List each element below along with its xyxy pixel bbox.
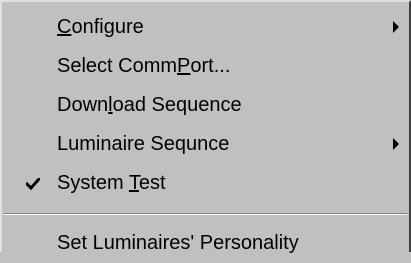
chevron-right-icon [393, 138, 399, 150]
menu-item-label: System Test [57, 172, 166, 194]
menu-item-label: Configure [57, 16, 144, 38]
menu-item-luminaire-sequnce[interactable]: Luminaire Sequnce [2, 125, 409, 164]
menu-item-select-commport[interactable]: Select CommPort... [2, 47, 409, 86]
menu-item-label: Set Luminaires' Personality [57, 232, 299, 254]
context-menu: Configure Select CommPort... Download Se… [0, 0, 411, 254]
menu-item-system-test[interactable]: System Test [2, 164, 409, 203]
menu-item-label: Luminaire Sequnce [57, 133, 230, 155]
menu-separator [4, 213, 407, 215]
menu-item-set-luminaires-personality[interactable]: Set Luminaires' Personality [2, 224, 409, 263]
menu-item-configure[interactable]: Configure [2, 8, 409, 47]
checkmark-icon [22, 164, 44, 203]
menu-item-label: Download Sequence [57, 94, 242, 116]
menu-item-label: Select CommPort... [57, 55, 231, 77]
chevron-right-icon [393, 21, 399, 33]
menu-item-download-sequence[interactable]: Download Sequence [2, 86, 409, 125]
